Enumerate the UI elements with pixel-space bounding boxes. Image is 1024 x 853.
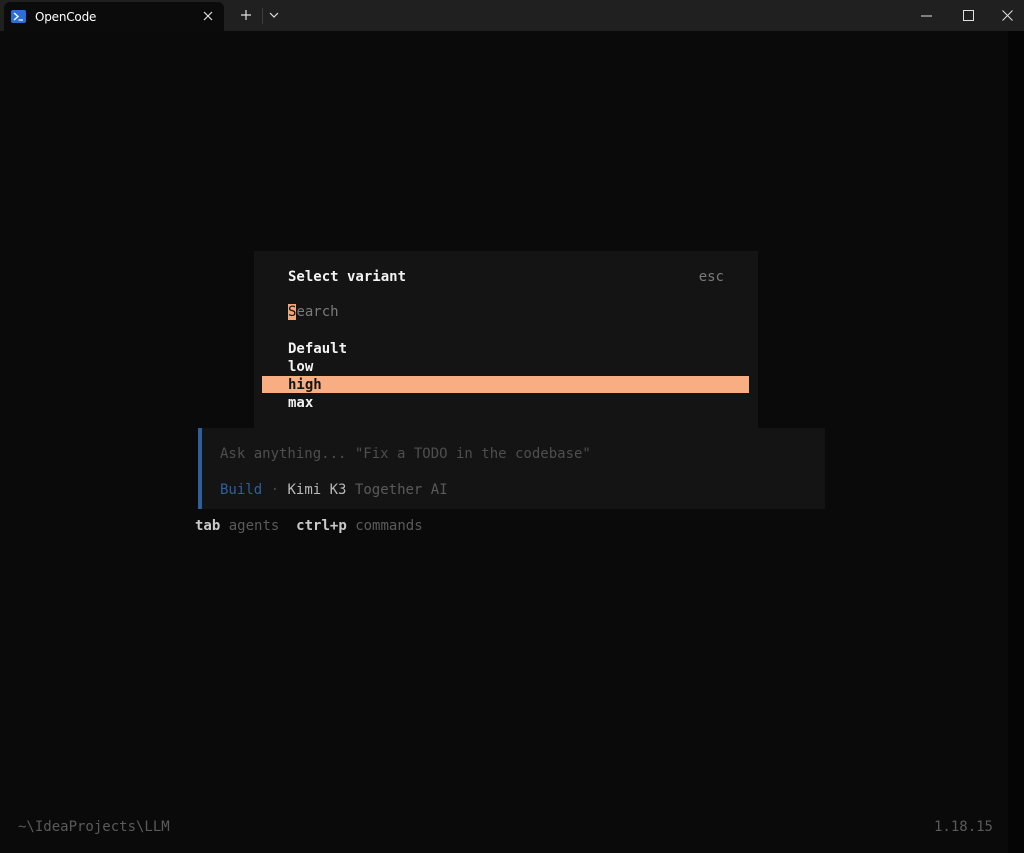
close-icon [1001, 10, 1013, 21]
hint-key-tab: tab [195, 518, 221, 534]
option-low[interactable]: low [288, 358, 313, 376]
option-high[interactable]: high [288, 376, 322, 394]
option-default[interactable]: Default [288, 340, 347, 358]
divider [262, 8, 263, 24]
hint-label-agents: agents [228, 518, 280, 534]
tab-opencode[interactable]: OpenCode [4, 2, 224, 31]
status-separator: · [270, 482, 280, 498]
agent-name: Build [220, 482, 263, 498]
search-input[interactable]: Search [288, 304, 339, 320]
new-tab-button[interactable] [234, 4, 258, 26]
keyboard-hints: tab agents ctrl+p commands [195, 518, 423, 534]
scrollbar[interactable] [1008, 31, 1024, 853]
model-name: Kimi K3 [287, 482, 347, 498]
terminal-icon [11, 10, 26, 23]
select-variant-dialog: Select variant esc Search Default low hi… [254, 251, 758, 445]
prompt-status-line: Build · Kimi K3 Together AI [220, 482, 448, 498]
maximize-icon [962, 10, 974, 21]
close-icon[interactable] [198, 6, 218, 26]
version-label: 1.18.15 [933, 819, 993, 835]
tab-dropdown-button[interactable] [265, 4, 283, 26]
chevron-down-icon [269, 12, 279, 18]
plus-icon [241, 10, 251, 20]
minimize-icon [920, 15, 932, 16]
prompt-placeholder: Ask anything... "Fix a TODO in the codeb… [220, 446, 591, 462]
title-bar: OpenCode [0, 0, 1024, 31]
selection-highlight [262, 376, 749, 393]
tab-title: OpenCode [35, 9, 97, 24]
working-directory: ~\IdeaProjects\LLM [18, 819, 170, 835]
hint-label-commands: commands [355, 518, 423, 534]
option-max[interactable]: max [288, 394, 313, 412]
provider-name: Together AI [354, 482, 448, 498]
search-placeholder: earch [296, 304, 339, 320]
hint-key-ctrl-p: ctrl+p [296, 518, 347, 534]
agent-color-bar [198, 428, 202, 509]
minimize-button[interactable] [903, 0, 949, 31]
esc-close-hint[interactable]: esc [699, 269, 724, 285]
close-window-button[interactable] [984, 0, 1024, 31]
dialog-title: Select variant [288, 269, 407, 285]
